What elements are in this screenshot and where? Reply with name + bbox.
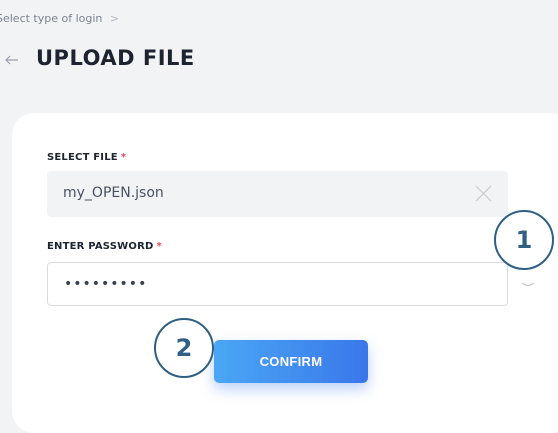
breadcrumb[interactable]: Select type of login > bbox=[0, 12, 119, 25]
close-icon[interactable] bbox=[475, 185, 492, 202]
selected-file-field[interactable]: my_OPEN.json bbox=[47, 171, 508, 217]
confirm-button[interactable]: CONFIRM bbox=[214, 340, 368, 383]
required-mark: * bbox=[120, 152, 127, 163]
eye-icon[interactable] bbox=[521, 274, 535, 288]
page-title: UPLOAD FILE bbox=[36, 46, 195, 70]
enter-password-label: ENTER PASSWORD * bbox=[47, 241, 162, 252]
breadcrumb-item[interactable]: Select type of login bbox=[0, 12, 102, 25]
step-badge-2: 2 bbox=[154, 318, 214, 378]
arrow-left-icon[interactable] bbox=[4, 52, 20, 68]
select-file-label-text: SELECT FILE bbox=[47, 152, 118, 163]
required-mark: * bbox=[156, 241, 162, 252]
password-input[interactable] bbox=[47, 262, 508, 306]
select-file-label: SELECT FILE * bbox=[47, 152, 126, 163]
step-badge-1: 1 bbox=[494, 210, 554, 270]
selected-file-name: my_OPEN.json bbox=[63, 185, 164, 201]
enter-password-label-text: ENTER PASSWORD bbox=[47, 241, 154, 252]
breadcrumb-separator: > bbox=[109, 12, 120, 25]
